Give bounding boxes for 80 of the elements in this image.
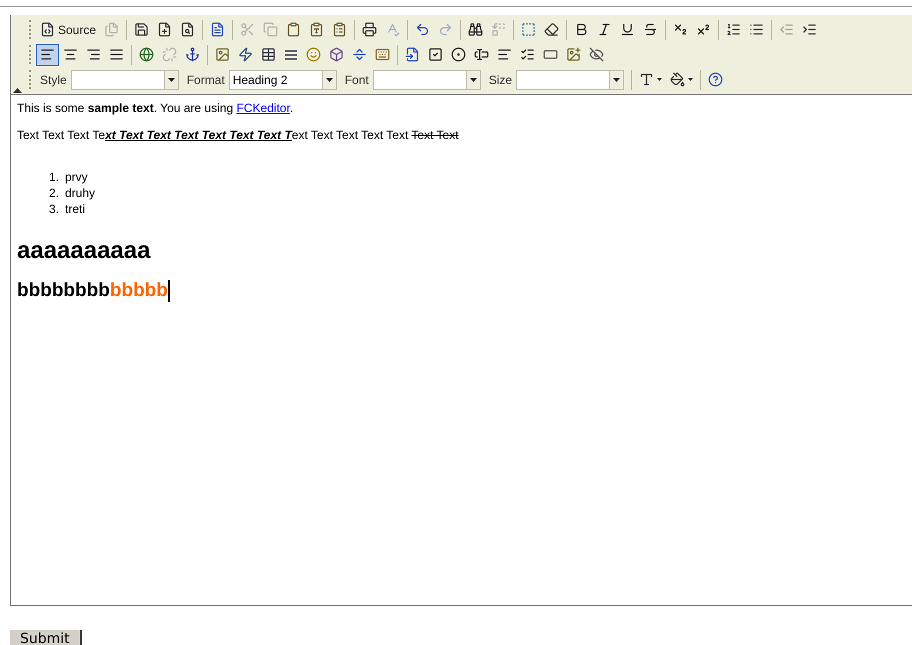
document-icon [210,22,226,37]
list-number: 3. [48,201,59,217]
globe-icon [139,47,154,62]
page-break-icon [352,47,367,62]
toolbar-grip[interactable] [29,45,33,64]
select-list-icon [520,47,535,62]
image-button-icon [566,47,581,62]
replace-icon [491,22,506,37]
unlink-icon [162,47,177,62]
printer-icon [362,22,378,37]
select-all-icon [521,22,536,37]
align-left-icon [40,47,55,62]
smiley-icon [306,47,321,62]
clipboard-list-icon [332,22,348,37]
paint-bucket-icon [670,72,686,87]
box-icon [329,47,344,62]
text-field-icon [474,47,489,62]
save-icon [134,22,150,37]
bold-icon [574,22,590,37]
undo-icon [415,22,430,37]
clipboard-icon [286,22,302,37]
toolbar-grip[interactable] [29,20,33,39]
scissors-icon [240,22,256,37]
preview-icon [180,22,196,37]
underline-icon [620,22,636,37]
checkbox-icon [428,47,443,62]
editor-link[interactable]: FCKeditor [236,101,290,115]
anchor-icon [185,47,200,62]
subscript-icon [673,22,688,37]
editor-paragraph: This is some sample text. You are using FCKeditor. [17,101,294,116]
radio-icon [451,47,466,62]
toolbar-grip[interactable] [29,70,33,89]
editor-paragraph: Text Text Text Text Text Text Text Text Text Text Text Text Text Text Text Text Text [17,128,459,143]
align-left-button[interactable] [36,44,59,66]
hidden-field-icon [589,47,604,62]
align-center-icon [63,47,78,62]
flash-icon [238,47,253,62]
submit-button[interactable]: Submit [10,630,82,645]
heading: aaaaaaaaaa [17,237,150,265]
source-icon [40,22,55,37]
collapse-toolbar-icon[interactable] [13,88,22,93]
clipboard-text-icon [309,22,324,37]
italic-icon [597,22,612,37]
list-item: druhy [65,185,96,201]
button-icon [543,47,558,62]
combo-label: Size [488,72,512,88]
help-icon [708,72,724,87]
combo-box[interactable]: Heading 2 [228,70,337,90]
caret-icon [657,78,662,81]
indent-icon [802,22,818,37]
source-button[interactable]: Source [36,18,100,40]
list-number: 1. [48,169,59,185]
subheading: bbbbbbbbbbbbb [17,279,168,303]
caret-icon [688,78,694,81]
horizontal-rule-icon [284,50,298,60]
image-icon [215,47,230,62]
form-icon [405,47,420,62]
eraser-icon [544,22,560,37]
list-number: 2. [48,185,59,201]
combo-label: Font [344,72,369,88]
bullet-list-icon [749,22,764,37]
align-right-icon [86,47,101,62]
justify-icon [109,47,124,62]
new-page-icon [157,22,172,37]
keyboard-icon [375,47,390,62]
strikethrough-icon [643,22,658,37]
redo-icon [438,22,454,37]
numbered-list-icon [726,22,742,37]
spellcheck-icon [385,22,400,37]
text-color-icon [639,72,654,87]
documents-icon [104,22,120,37]
binoculars-icon [468,22,484,37]
table-icon [261,47,276,62]
superscript-icon [696,22,712,37]
combo-label: Format [186,72,225,88]
outdent-icon [779,22,794,37]
copy-icon [263,22,278,37]
combo-label: Style [40,72,67,88]
list-item: prvy [65,169,88,185]
list-item: treti [65,201,86,217]
